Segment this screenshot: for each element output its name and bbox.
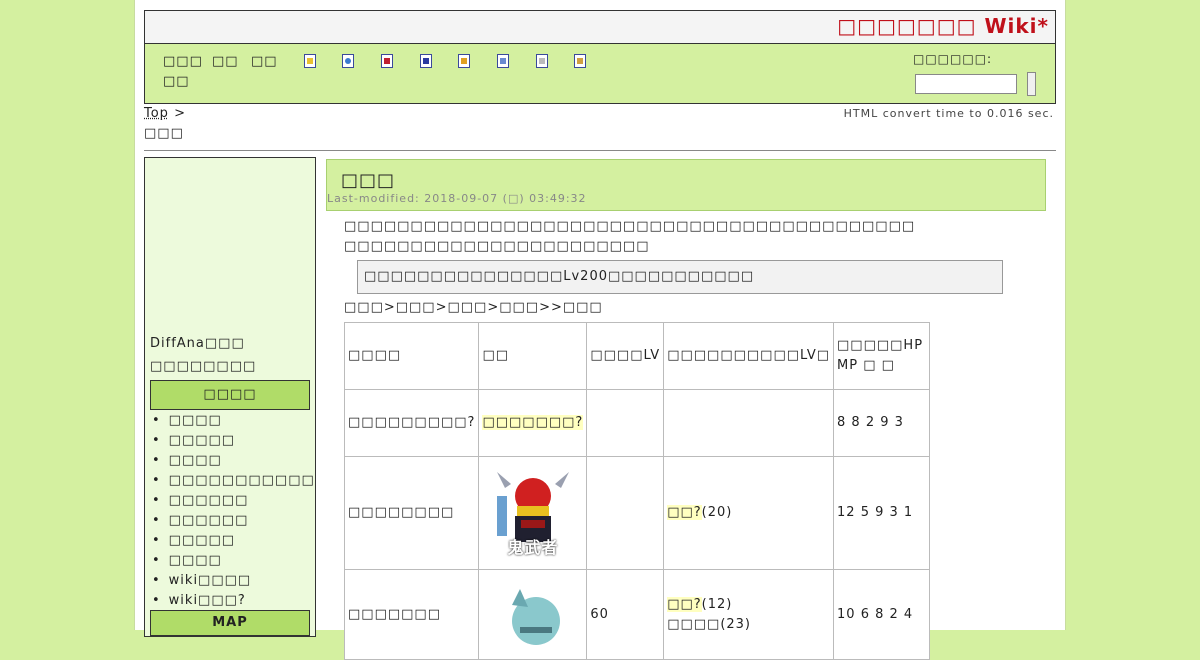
header-drop: □□□□□□□□□□LV□ [663,322,835,390]
header-level: □□□□LV [586,322,665,390]
list-icon[interactable] [536,54,548,68]
table-row: □□□□□□□ 60 □□?(12) □□□□(23) 10 6 8 2 4 [343,569,931,660]
table-row: □□□□□□□□□? □□□□□□□? 8 8 2 9 3 [343,389,931,457]
monster-level: 60 [586,569,665,660]
monster-name[interactable]: □□□□□□□ [343,569,480,660]
sidebar-item[interactable]: □□□□□□ [150,511,315,531]
drop-item-2: □□□□(23) [667,616,752,632]
monster-name[interactable]: □□□□□□□□ [343,456,480,570]
diff-icon[interactable] [381,54,393,68]
monster-stats: 10 6 8 2 4 [833,569,931,660]
sidebar-diffana[interactable]: DiffAna□□□ [150,336,245,351]
monster-level [586,389,665,457]
page-title: □□□ [341,170,396,191]
category-path: □□□>□□□>□□□>□□□>>□□□ [344,300,603,315]
description-line-2: □□□□□□□□□□□□□□□□□□□□□□□ [344,239,650,254]
backup-icon[interactable] [420,54,432,68]
sidebar: DiffAna□□□ □□□□□□□□ □□□□ □□□□ □□□□□ □□□□… [144,157,316,637]
last-modified: Last-modified: 2018-09-07 (□) 03:49:32 [327,192,587,205]
monster-image [478,569,588,660]
nav-link-2[interactable]: □□ [212,54,239,69]
freeze-icon[interactable] [458,54,470,68]
sidebar-menu-list: □□□□ □□□□□ □□□□ □□□□□□□□□□□ □□□□□□ □□□□□… [150,411,315,611]
monster-level [586,456,665,570]
new-page-icon[interactable] [304,54,316,68]
search-input[interactable] [915,74,1017,94]
convert-time: HTML convert time to 0.016 sec. [843,107,1054,120]
sidebar-item[interactable]: □□□□□ [150,431,315,451]
header-image: □□ [478,322,588,390]
toolbar: □□□ □□ □□ □□ □□□□□□: [144,43,1056,104]
nav-link-3[interactable]: □□ [251,54,278,69]
sidebar-item[interactable]: □□□□□□□□□□□ [150,471,315,491]
edit-icon[interactable] [342,54,354,68]
monster-stats: 8 8 2 9 3 [833,389,931,457]
breadcrumb-separator: > [174,106,186,121]
monster-image-link: □□□□□□□? [478,389,588,457]
main-header: □□□ Last-modified: 2018-09-07 (□) 03:49:… [326,159,1046,211]
monster-drop: □□?(12) □□□□(23) [663,569,835,660]
ghost-monster-image [511,588,560,645]
site-header: □□□□□□□ Wiki* [144,10,1056,44]
image-missing-link[interactable]: □□□□□□□? [482,415,584,430]
monster-stats: 12 5 9 3 1 [833,456,931,570]
monster-table: □□□□ □□ □□□□LV □□□□□□□□□□LV□ □□□□□HP MP … [343,322,931,660]
monster-name[interactable]: □□□□□□□□□? [343,389,480,457]
header-name: □□□□ [343,322,480,390]
breadcrumb: Top > [144,106,186,121]
drop-rate: (12) [701,596,733,612]
sidebar-menu-header: □□□□ [150,380,310,410]
drop-rate: (20) [701,505,733,520]
description-line-1: □□□□□□□□□□□□□□□□□□□□□□□□□□□□□□□□□□□□□□□□… [344,219,916,234]
notice-box: □□□□□□□□□□□□□□□Lv200□□□□□□□□□□□ [357,260,1003,294]
sidebar-sub[interactable]: □□□□□□□□ [150,359,256,374]
monster-image-caption: 鬼武者 [507,538,559,557]
breadcrumb-current: □□□ [144,126,184,141]
table-row: □□□□□□□□ 鬼武者 □□?(20) 12 5 9 3 1 [343,456,931,570]
sidebar-item[interactable]: □□□□ [150,411,315,431]
nav-link-1[interactable]: □□□ [163,54,203,69]
sidebar-item[interactable]: wiki□□□□ [150,571,315,591]
nav-link-1b[interactable]: □□ [163,74,190,89]
divider [144,150,1056,151]
breadcrumb-top-link[interactable]: Top [144,106,169,121]
site-title[interactable]: □□□□□□□ Wiki* [837,14,1049,38]
sidebar-item[interactable]: □□□□□ [150,531,315,551]
sidebar-map-header: MAP [150,610,310,636]
header-stats: □□□□□HP MP □ □ [833,322,931,390]
search-button[interactable] [1027,72,1036,96]
monster-drop: □□?(20) [663,456,835,570]
search-label: □□□□□□: [913,52,993,66]
sidebar-item[interactable]: □□□□ [150,451,315,471]
drop-link[interactable]: □□? [667,596,702,612]
help-icon[interactable] [574,54,586,68]
monster-drop [663,389,835,457]
monster-image: 鬼武者 [478,456,588,570]
copy-icon[interactable] [497,54,509,68]
sidebar-item[interactable]: wiki□□□? [150,591,315,611]
drop-link[interactable]: □□? [667,505,702,520]
sidebar-item[interactable]: □□□□ [150,551,315,571]
table-header-row: □□□□ □□ □□□□LV □□□□□□□□□□LV□ □□□□□HP MP … [343,322,931,390]
sidebar-item[interactable]: □□□□□□ [150,491,315,511]
